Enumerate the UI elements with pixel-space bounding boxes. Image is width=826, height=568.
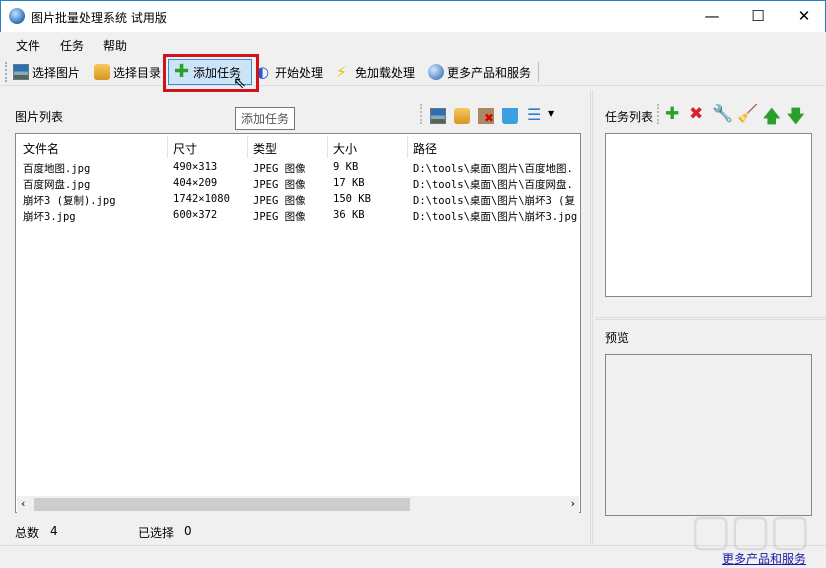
select-dir-button[interactable]: 选择目录 [91, 61, 164, 83]
image-list-label: 图片列表 [15, 110, 64, 124]
right-splitter[interactable] [595, 317, 826, 320]
cell-path: D:\tools\桌面\图片\百度网盘. [413, 179, 573, 191]
column-sep[interactable] [167, 136, 168, 158]
start-button[interactable]: ◐ 开始处理 [253, 61, 326, 83]
chevron-down-icon[interactable]: ▼ [548, 109, 554, 118]
watermark-logo: ▢▢▢ [690, 505, 811, 556]
broom-icon[interactable]: 🧹 [737, 104, 758, 124]
title-bar: 图片批量处理系统 试用版 — ☐ ✕ [0, 0, 826, 32]
cell-filesize: 36 KB [333, 209, 365, 221]
task-list-label: 任务列表 [605, 110, 654, 124]
table-row[interactable]: 百度地图.jpg 490×313 JPEG 图像 9 KB D:\tools\桌面\图片… [16, 160, 580, 176]
wrench-icon[interactable]: 🔧 [712, 104, 733, 124]
arrow-up-icon[interactable]: 🡅 [763, 104, 780, 133]
cell-filesize: 9 KB [333, 161, 359, 173]
remove-image-icon[interactable]: ✖ [478, 108, 494, 125]
list-toolbar-grip [420, 104, 422, 124]
cell-type: JPEG 图像 [253, 195, 306, 207]
add-task-icon[interactable]: ✚ [665, 104, 679, 124]
toolbar-grip[interactable] [5, 62, 7, 82]
scroll-right-icon[interactable]: › [571, 497, 575, 510]
column-filesize[interactable]: 大小 [333, 140, 357, 157]
minimize-button[interactable]: — [689, 1, 735, 32]
column-sep[interactable] [247, 136, 248, 158]
panel-splitter[interactable] [590, 90, 593, 545]
column-sep[interactable] [327, 136, 328, 158]
cell-filesize: 150 KB [333, 193, 371, 205]
add-folder-icon[interactable] [454, 108, 470, 124]
menu-file[interactable]: 文件 [16, 37, 40, 54]
column-filename[interactable]: 文件名 [23, 140, 59, 157]
app-icon [9, 8, 25, 24]
scrollbar-thumb[interactable] [34, 498, 410, 511]
preview-area [605, 354, 812, 516]
toolbar-divider [538, 62, 539, 82]
task-list[interactable] [605, 133, 812, 297]
image-list[interactable]: 文件名 尺寸 类型 大小 路径 百度地图.jpg 490×313 JPEG 图像 9 … [15, 133, 581, 513]
table-row[interactable]: 崩坏3.jpg 600×372 JPEG 图像 36 KB D:\tools\桌面\图片… [16, 208, 580, 224]
cell-filename: 崩坏3.jpg [23, 211, 76, 223]
menu-task[interactable]: 任务 [60, 37, 84, 54]
cell-size: 404×209 [173, 177, 218, 189]
start-label: 开始处理 [275, 65, 324, 80]
image-icon [13, 64, 29, 80]
cell-size: 600×372 [173, 209, 218, 221]
menu-help[interactable]: 帮助 [103, 37, 127, 54]
column-path[interactable]: 路径 [413, 140, 437, 157]
select-dir-label: 选择目录 [113, 65, 162, 80]
horizontal-scrollbar[interactable]: ‹ › [17, 496, 579, 513]
lightning-icon: ⚡ [336, 63, 347, 81]
cell-filename: 百度网盘.jpg [23, 179, 91, 191]
total-count: 4 [50, 524, 58, 538]
task-toolbar-grip [657, 104, 659, 124]
cell-type: JPEG 图像 [253, 163, 306, 175]
arrow-down-icon[interactable]: 🡇 [787, 104, 804, 133]
no-load-label: 免加载处理 [355, 65, 416, 80]
close-button[interactable]: ✕ [781, 1, 826, 32]
selected-label: 已选择 [138, 526, 175, 540]
cell-type: JPEG 图像 [253, 211, 306, 223]
select-image-button[interactable]: 选择图片 [10, 61, 83, 83]
window-title: 图片批量处理系统 试用版 [31, 11, 167, 25]
table-row[interactable]: 百度网盘.jpg 404×209 JPEG 图像 17 KB D:\tools\桌面\图… [16, 176, 580, 192]
cell-filesize: 17 KB [333, 177, 365, 189]
toolbar: 选择图片 选择目录 ✚ 添加任务 ◐ 开始处理 ⚡ 免加载处理 更多产品和服务 [1, 58, 825, 86]
cell-type: JPEG 图像 [253, 179, 306, 191]
add-image-icon[interactable] [430, 108, 446, 124]
column-sep[interactable] [407, 136, 408, 158]
cell-path: D:\tools\桌面\图片\百度地图. [413, 163, 573, 175]
trash-icon[interactable] [502, 108, 518, 124]
no-load-button[interactable]: ⚡ 免加载处理 [333, 61, 418, 83]
view-list-icon[interactable]: ☰ [527, 107, 543, 123]
globe-icon [428, 64, 444, 80]
cell-filename: 崩坏3 (复制).jpg [23, 195, 116, 207]
more-products-button[interactable]: 更多产品和服务 [425, 61, 534, 83]
more-products-link[interactable]: 更多产品和服务 [722, 550, 806, 567]
tooltip: 添加任务 [235, 107, 296, 130]
menu-bar: 文件 任务 帮助 [1, 32, 825, 56]
select-image-label: 选择图片 [32, 65, 81, 80]
folder-icon [94, 64, 110, 80]
cell-filename: 百度地图.jpg [23, 163, 91, 175]
cell-size: 490×313 [173, 161, 218, 173]
total-label: 总数 [15, 526, 40, 540]
selected-count: 0 [184, 524, 192, 538]
preview-label: 预览 [605, 331, 630, 345]
cell-size: 1742×1080 [173, 193, 230, 205]
column-size[interactable]: 尺寸 [173, 140, 197, 157]
maximize-button[interactable]: ☐ [735, 1, 781, 32]
more-products-label: 更多产品和服务 [447, 65, 532, 80]
cell-path: D:\tools\桌面\图片\崩坏3 (复 [413, 195, 576, 207]
scroll-left-icon[interactable]: ‹ [21, 497, 25, 510]
table-row[interactable]: 崩坏3 (复制).jpg 1742×1080 JPEG 图像 150 KB D:\too… [16, 192, 580, 208]
cell-path: D:\tools\桌面\图片\崩坏3.jpg [413, 211, 578, 223]
mouse-cursor-icon: ⇖ [233, 73, 247, 92]
delete-task-icon[interactable]: ✖ [689, 104, 703, 124]
column-type[interactable]: 类型 [253, 140, 277, 157]
